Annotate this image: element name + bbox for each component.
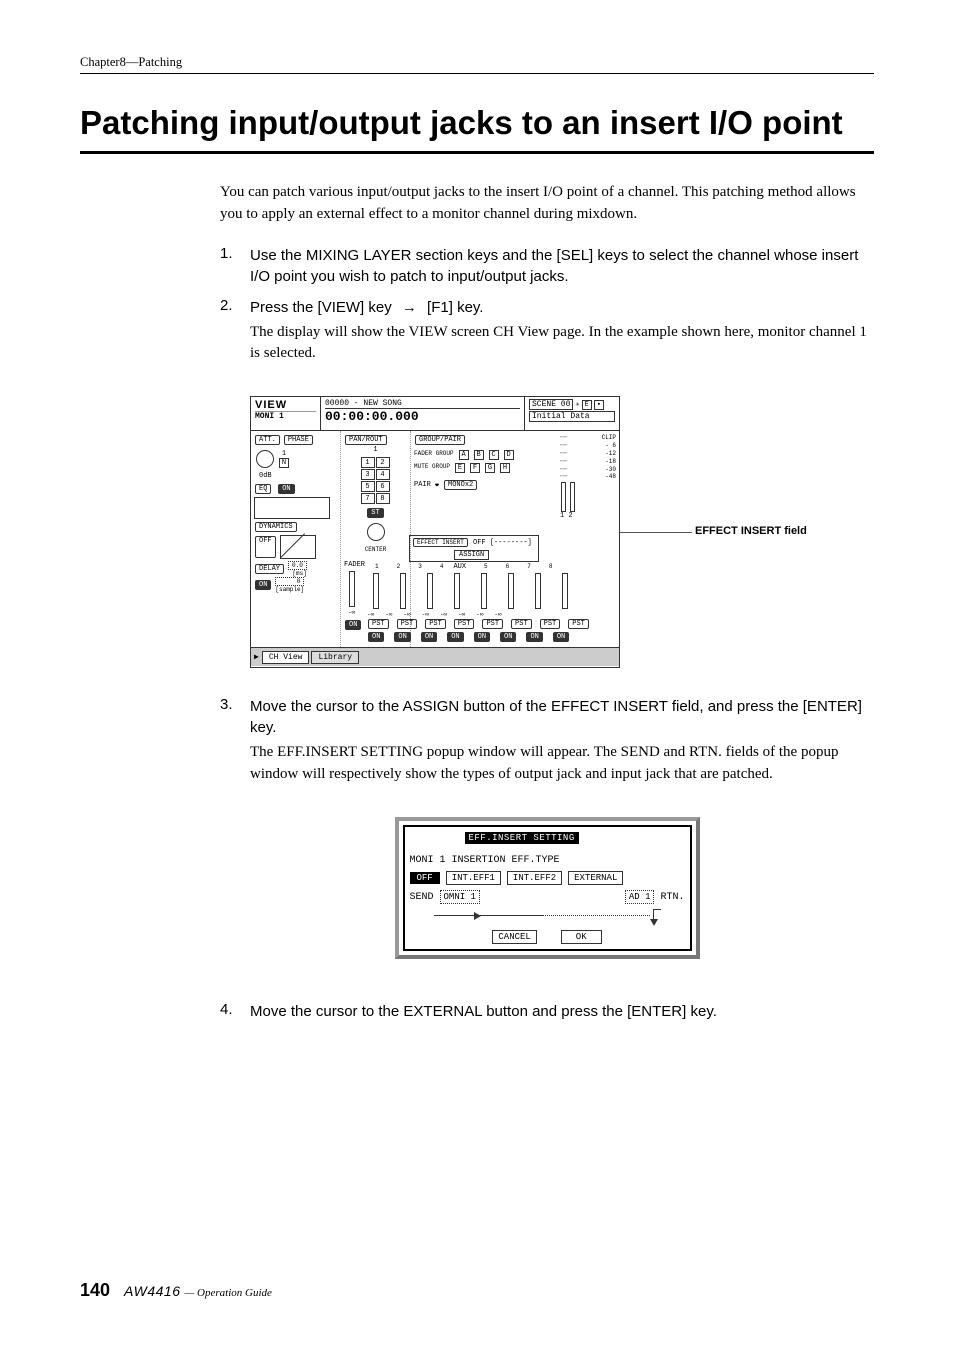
popup-title: EFF.INSERT SETTING <box>465 832 579 844</box>
intro-paragraph: You can patch various input/output jacks… <box>220 182 874 225</box>
instruction-post: [F1] key. <box>423 299 484 316</box>
figure-1-container: VIEW MONI 1 00000 - NEW SONG 00:00:00.00… <box>250 396 874 668</box>
step-number: 4. <box>220 1001 250 1026</box>
step-number: 1. <box>220 245 250 291</box>
dynamics-graph <box>280 535 316 559</box>
step-instruction: Move the cursor to the EXTERNAL button a… <box>250 1001 874 1022</box>
signal-flow-arrow <box>410 909 685 921</box>
step-instruction: Move the cursor to the ASSIGN button of … <box>250 696 874 738</box>
eq-label: EQ <box>255 484 271 494</box>
view-label: VIEW <box>255 399 316 411</box>
instruction-pre: Press the [VIEW] key <box>250 299 396 316</box>
routing-grid: 12 34 56 78 <box>361 457 391 504</box>
send-value: OMNI 1 <box>440 890 480 904</box>
step-instruction: Press the [VIEW] key → [F1] key. <box>250 297 874 318</box>
ok-button: OK <box>561 930 602 944</box>
mono-button: MONOx2 <box>444 480 477 490</box>
delay-ms: [ms] <box>288 570 307 577</box>
title-underline <box>80 151 874 154</box>
att-value: 0dB <box>259 472 337 480</box>
meter-area: ┄┄CLIP ┄┄- 6 ┄┄-12 ┄┄-18 ┄┄-30 ┄┄-48 1 2 <box>560 434 616 520</box>
product-name: AW4416 <box>124 1283 180 1299</box>
delay-on-button: ON <box>255 580 271 590</box>
step-number: 3. <box>220 696 250 803</box>
pan-knob <box>367 523 385 541</box>
center-label: CENTER <box>344 546 407 553</box>
phase-n-icon: N <box>279 458 289 468</box>
timecode: 00:00:00.000 <box>325 409 520 424</box>
assign-button: ASSIGN <box>454 550 489 560</box>
cancel-button: CANCEL <box>492 930 536 944</box>
eq-graph <box>254 497 330 519</box>
eq-on-button: ON <box>278 484 294 494</box>
delay-sample: [sample] <box>275 586 304 593</box>
pair-label: PAIR <box>414 481 431 489</box>
song-name: 00000 - NEW SONG <box>325 399 520 409</box>
view-screen-figure: VIEW MONI 1 00000 - NEW SONG 00:00:00.00… <box>250 396 620 668</box>
effect-insert-label: EFFECT INSERT <box>413 538 468 547</box>
moni-label: MONI 1 <box>255 411 316 421</box>
step-description: The EFF.INSERT SETTING popup window will… <box>250 742 874 785</box>
mute-group-label: MUTE GROUP <box>414 463 450 473</box>
guide-text: — Operation Guide <box>185 1287 272 1299</box>
meter-nums: 1 2 <box>560 512 616 520</box>
pan-rout-label: PAN/ROUT <box>345 435 387 445</box>
scene-name: Initial Data <box>529 411 615 422</box>
group-pair-label: GROUP/PAIR <box>415 435 465 445</box>
att-knob <box>256 450 274 468</box>
delay-value: 0.0 <box>288 561 307 570</box>
aux-fader-area: 1234 AUX 5678 -∞-∞-∞-∞ -∞-∞-∞-∞ PSTPSTPS… <box>345 563 615 643</box>
fader-group-label: FADER GROUP <box>414 450 454 460</box>
arrow-icon: → <box>402 297 417 318</box>
page-footer: 140 AW4416 — Operation Guide <box>80 1280 272 1301</box>
dynamics-label: DYNAMICS <box>255 522 297 532</box>
step-3: 3. Move the cursor to the ASSIGN button … <box>220 696 874 803</box>
ch-view-tab: CH View <box>262 651 310 664</box>
send-label: SEND <box>410 892 434 903</box>
rtn-value: AD 1 <box>625 890 655 904</box>
main-title: Patching input/output jacks to an insert… <box>80 102 874 143</box>
step-number: 2. <box>220 297 250 383</box>
scene-number: SCENE 00 <box>529 399 573 410</box>
rtn-label: RTN. <box>660 892 684 903</box>
figure-tabs: ▶ CH View Library <box>251 647 619 666</box>
step-4: 4. Move the cursor to the EXTERNAL butto… <box>220 1001 874 1026</box>
step-instruction: Use the MIXING LAYER section keys and th… <box>250 245 874 287</box>
off-button: OFF <box>410 872 440 884</box>
eff-insert-popup-figure: EFF.INSERT SETTING MONI 1 INSERTION EFF.… <box>395 817 700 959</box>
effect-insert-field: EFFECT INSERT OFF [--------] ASSIGN <box>409 535 539 562</box>
phase-label: PHASE <box>284 435 313 445</box>
int-eff2-button: INT.EFF2 <box>507 871 562 885</box>
save-icon: ▪ <box>594 400 604 410</box>
delay-label: DELAY <box>255 564 284 574</box>
step-description: The display will show the VIEW screen CH… <box>250 322 874 365</box>
insert-off: OFF [--------] <box>473 539 532 547</box>
channel-row: MONI 1 INSERTION EFF.TYPE <box>410 855 685 866</box>
step-2: 2. Press the [VIEW] key → [F1] key. The … <box>220 297 874 383</box>
step-1: 1. Use the MIXING LAYER section keys and… <box>220 245 874 291</box>
external-button: EXTERNAL <box>568 871 623 885</box>
callout-label: EFFECT INSERT field <box>695 524 807 538</box>
page-number: 140 <box>80 1280 110 1301</box>
library-tab: Library <box>311 651 359 664</box>
st-button: ST <box>367 508 383 518</box>
int-eff1-button: INT.EFF1 <box>446 871 501 885</box>
callout-line <box>620 532 692 533</box>
content-area: You can patch various input/output jacks… <box>220 182 874 1026</box>
dynamics-off-button: OFF <box>255 536 276 558</box>
att-label: ATT. <box>255 435 280 445</box>
e-badge: E <box>582 400 592 410</box>
chapter-header: Chapter8—Patching <box>80 55 874 74</box>
